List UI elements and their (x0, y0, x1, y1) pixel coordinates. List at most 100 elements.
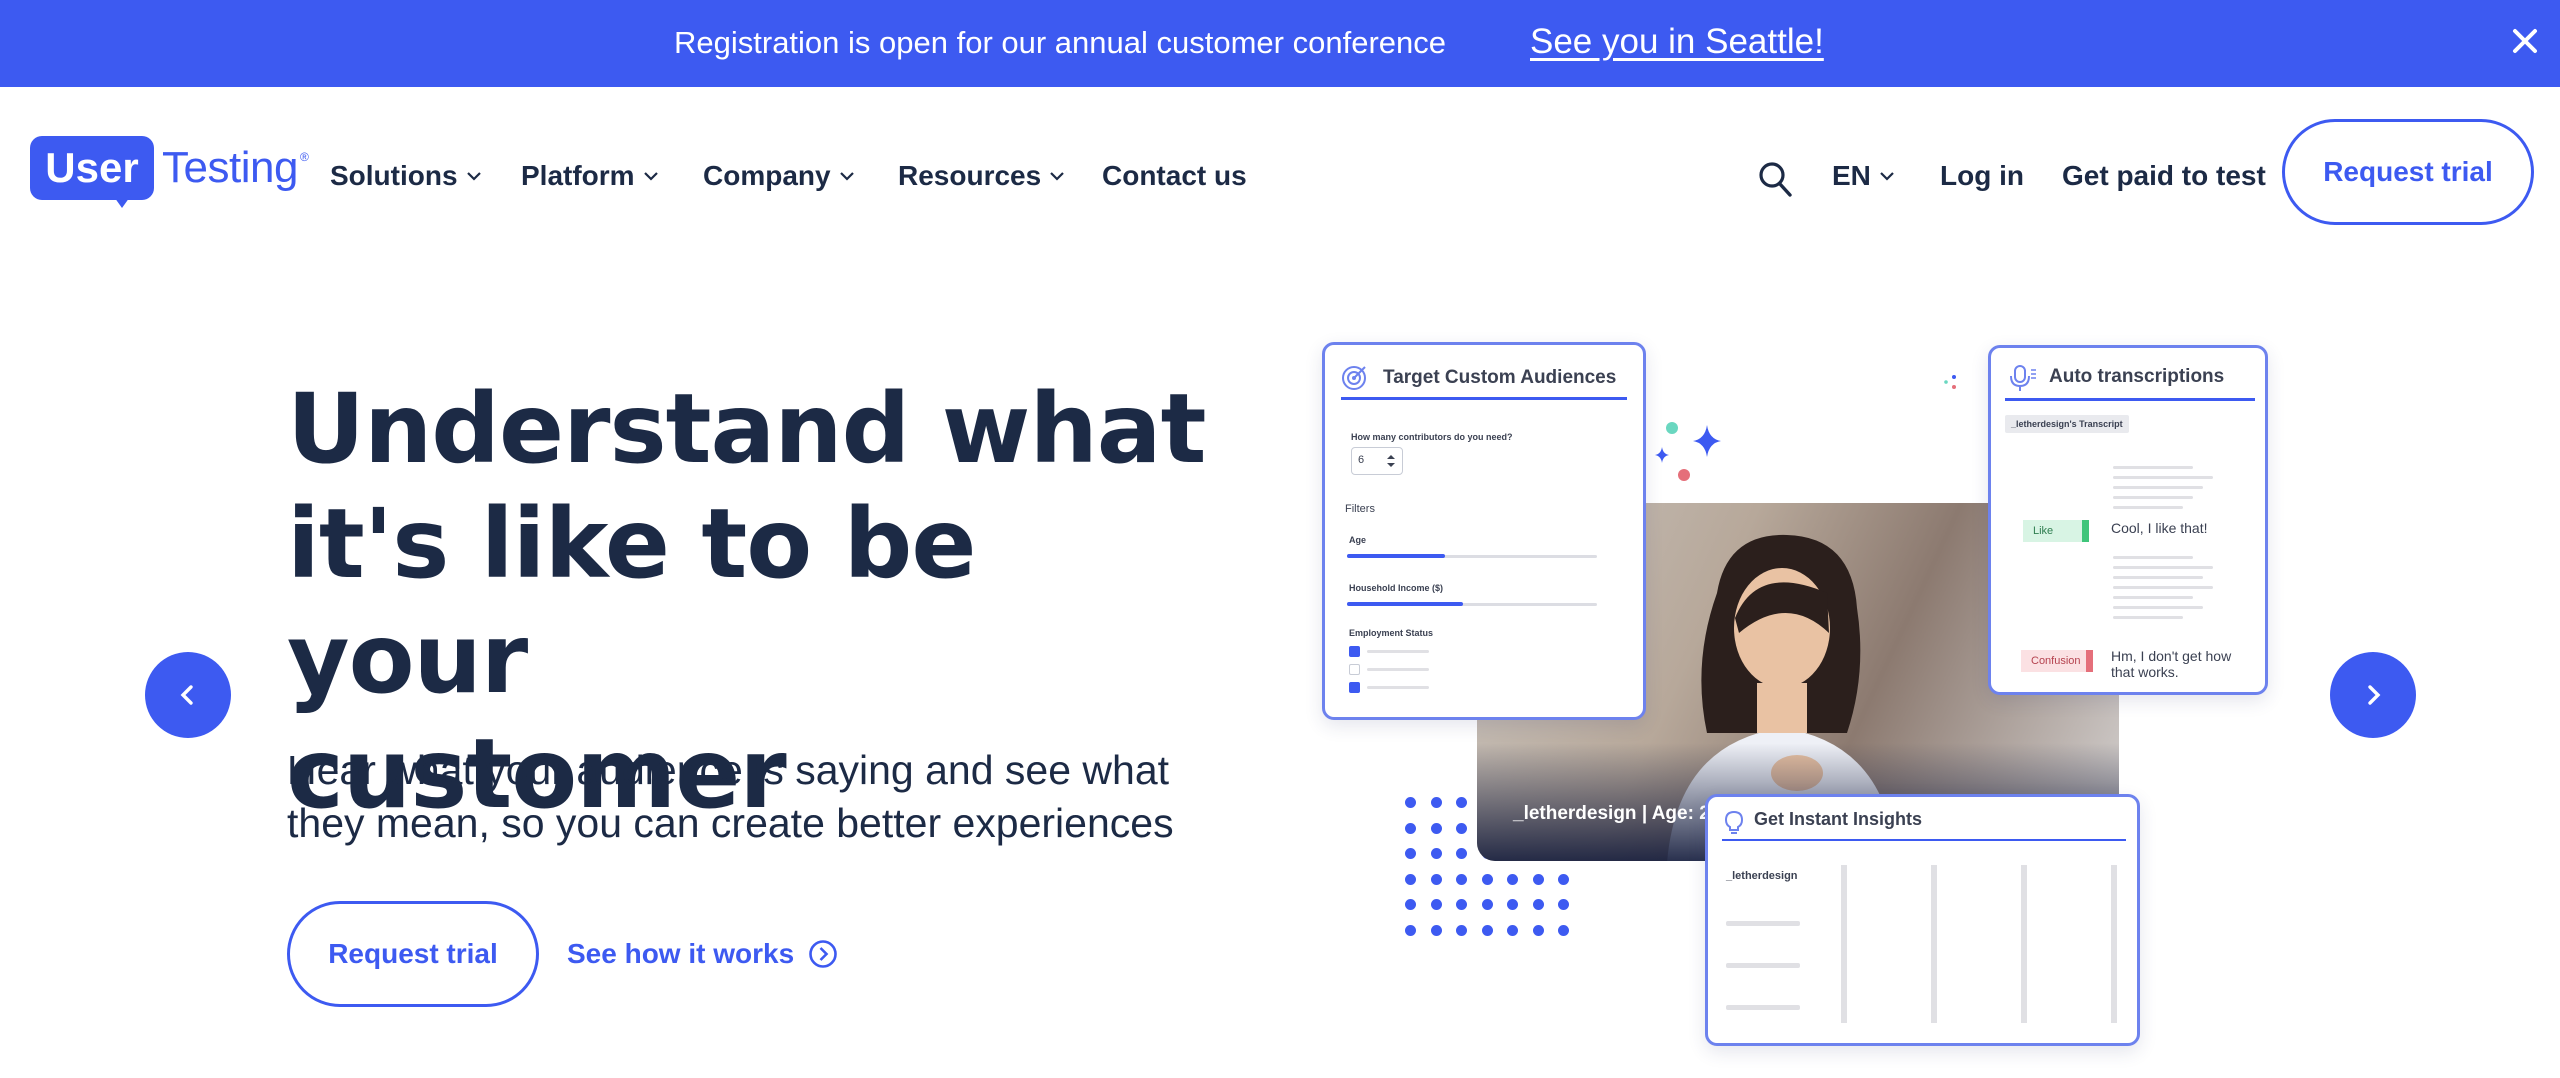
insights-column-bar (2021, 865, 2027, 1023)
chevron-down-icon (466, 172, 481, 181)
chevron-right-circle-icon (809, 940, 837, 968)
decorative-dot (1558, 873, 1569, 885)
decorative-dot (1558, 899, 1569, 910)
transcript-line-placeholder (2113, 566, 2213, 569)
contributors-question: How many contributors do you need? (1351, 432, 1513, 442)
income-filter-label: Household Income ($) (1349, 583, 1444, 593)
nav-company[interactable]: Company (703, 158, 855, 194)
employment-filter-label: Employment Status (1349, 628, 1434, 638)
decorative-dot (1507, 899, 1518, 910)
transcript-line-placeholder (2113, 466, 2193, 469)
decorative-dot (1456, 924, 1467, 936)
nav-solutions[interactable]: Solutions (330, 158, 482, 194)
target-audiences-card: Target Custom Audiences How many contrib… (1322, 342, 1646, 720)
hero-request-trial-button[interactable]: Request trial (287, 901, 539, 1007)
hero-subtitle-line: they mean, so you can create better expe… (287, 800, 1174, 846)
insights-card-title: Get Instant Insights (1754, 809, 1923, 829)
decorative-dot (1456, 899, 1467, 910)
decorative-dot (1430, 899, 1442, 910)
transcriptions-card-title: Auto transcriptions (2049, 366, 2225, 387)
see-how-it-works-link[interactable]: See how it works (567, 936, 838, 972)
audiences-card-title: Target Custom Audiences (1383, 367, 1617, 388)
decorative-dot (1456, 848, 1467, 859)
usertesting-logo[interactable]: User Testing ® (30, 136, 312, 210)
checkbox-label-placeholder (1367, 650, 1429, 653)
insights-row-placeholder (1726, 1005, 1800, 1010)
banner-link[interactable]: See you in Seattle! (1530, 21, 1824, 63)
confusion-quote: Hm, I don't get how that works. (2111, 648, 2232, 680)
decorative-dot (1405, 924, 1416, 936)
logo-wordmark: Testing (162, 143, 298, 192)
language-selector[interactable]: EN (1832, 158, 1895, 194)
transcript-line-placeholder (2113, 486, 2203, 489)
nav-contact-us[interactable]: Contact us (1102, 158, 1247, 194)
transcript-line-placeholder (2113, 596, 2193, 599)
transcript-line-placeholder (2113, 506, 2183, 509)
employment-checkbox[interactable] (1349, 646, 1360, 657)
transcript-line-placeholder (2113, 616, 2183, 619)
carousel-prev-button[interactable] (145, 652, 231, 738)
employment-checkbox[interactable] (1349, 664, 1360, 675)
decorative-dot (1481, 924, 1493, 936)
card-divider (1341, 397, 1627, 400)
age-filter-label: Age (1349, 535, 1367, 545)
insights-row-label: _letherdesign (1726, 870, 1798, 882)
insights-row-placeholder (1726, 963, 1800, 968)
nav-company-label: Company (703, 160, 831, 191)
chevron-down-icon (839, 172, 854, 181)
contributors-stepper[interactable]: 6 (1351, 447, 1403, 475)
decorative-dot (1507, 873, 1518, 885)
lightbulb-icon (1724, 810, 1744, 834)
decorative-dot (1481, 899, 1493, 910)
decorative-dot (1430, 924, 1442, 936)
transcript-line-placeholder (2113, 496, 2193, 499)
nav-resources[interactable]: Resources (898, 158, 1065, 194)
header-request-trial-button[interactable]: Request trial (2282, 119, 2534, 225)
chevron-down-icon (1050, 172, 1064, 181)
decorative-dot (1430, 822, 1442, 834)
decorative-dot (1532, 873, 1544, 885)
nav-solutions-label: Solutions (330, 160, 458, 191)
confusion-tag: Confusion (2021, 650, 2093, 672)
logo-speech-tail (112, 194, 132, 208)
insights-row-placeholder (1726, 921, 1800, 926)
logo-registered-mark: ® (300, 150, 309, 164)
transcript-line-placeholder (2113, 586, 2213, 589)
decorative-dot (1405, 873, 1416, 885)
close-icon[interactable] (2510, 26, 2540, 56)
decorative-dot (1405, 822, 1416, 834)
sparkle-decoration (1655, 422, 1721, 481)
see-how-it-works-label: See how it works (567, 938, 795, 969)
decorative-dot (1456, 822, 1467, 834)
search-icon[interactable] (1757, 160, 1793, 198)
transcription-icon (2010, 365, 2036, 391)
logo-badge: User (30, 136, 154, 200)
insights-column-bar (1841, 865, 1847, 1023)
like-quote: Cool, I like that! (2111, 520, 2208, 536)
instant-insights-card: Get Instant Insights _letherdesign (1705, 794, 2140, 1046)
decorative-dot (1405, 797, 1416, 808)
auto-transcriptions-card: Auto transcriptions _letherdesign's Tran… (1988, 345, 2268, 695)
age-range-fill[interactable] (1347, 554, 1445, 558)
decorative-dot (1456, 797, 1467, 808)
employment-checkbox[interactable] (1349, 682, 1360, 693)
nav-contact-us-label: Contact us (1102, 160, 1247, 191)
hero-title-line: Understand what (287, 373, 1206, 485)
decorative-dot (1430, 848, 1442, 859)
get-paid-link[interactable]: Get paid to test (2062, 158, 2266, 194)
login-link[interactable]: Log in (1940, 158, 2024, 194)
decorative-dot (1481, 873, 1493, 885)
income-range-fill[interactable] (1347, 602, 1463, 606)
hero-subtitle-line: Hear what your audience is saying and se… (287, 747, 1170, 793)
stepper-arrows-icon (1387, 455, 1395, 467)
target-icon (1342, 366, 1366, 390)
hero-subtitle: Hear what your audience is saying and se… (287, 744, 1247, 850)
decorative-dot (1405, 899, 1416, 910)
banner-text: Registration is open for our annual cust… (674, 25, 1446, 60)
insights-column-bar (1931, 865, 1937, 1023)
decorative-dot (1532, 899, 1544, 910)
chevron-right-icon (2368, 685, 2381, 705)
nav-platform[interactable]: Platform (521, 158, 659, 194)
decorative-dot (1558, 924, 1569, 936)
carousel-next-button[interactable] (2330, 652, 2416, 738)
